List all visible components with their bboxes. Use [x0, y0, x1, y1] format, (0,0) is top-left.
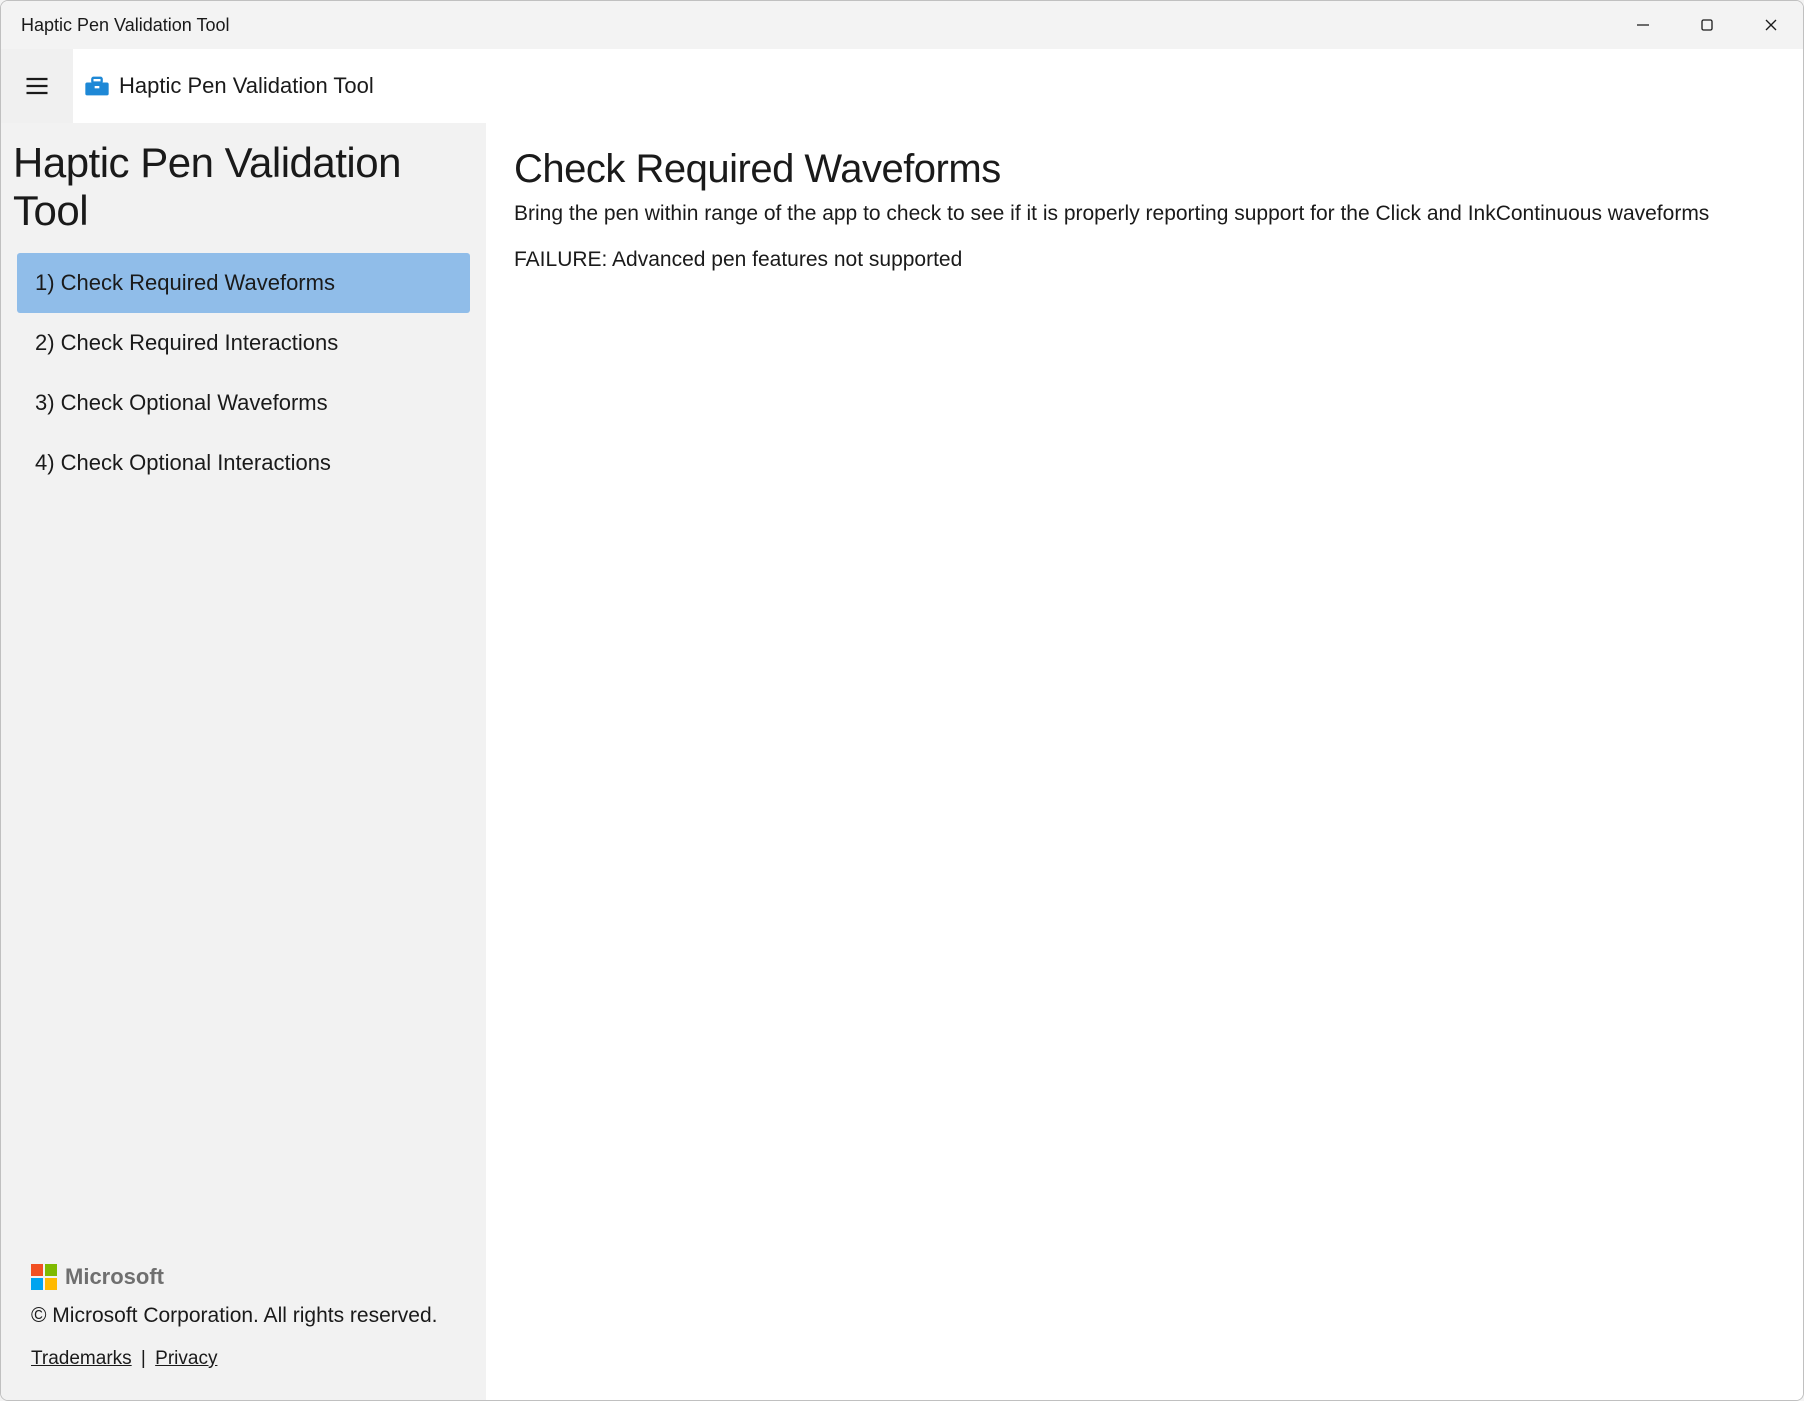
content-description: Bring the pen within range of the app to… — [514, 202, 1775, 226]
copyright-text: © Microsoft Corporation. All rights rese… — [31, 1304, 456, 1328]
hamburger-button[interactable] — [1, 49, 73, 123]
header-bar: Haptic Pen Validation Tool — [1, 49, 1803, 123]
microsoft-logo-icon — [31, 1264, 57, 1290]
sidebar-title: Haptic Pen Validation Tool — [1, 131, 486, 253]
close-icon — [1764, 18, 1778, 32]
sidebar-item-check-required-waveforms[interactable]: 1) Check Required Waveforms — [17, 253, 470, 313]
sidebar-nav: 1) Check Required Waveforms 2) Check Req… — [1, 253, 486, 493]
footer-separator: | — [132, 1348, 156, 1369]
toolbox-icon — [83, 72, 111, 100]
footer-links: Trademarks | Privacy — [31, 1348, 456, 1370]
maximize-icon — [1700, 18, 1714, 32]
microsoft-logo-row: Microsoft — [31, 1264, 456, 1290]
content-title: Check Required Waveforms — [514, 147, 1775, 192]
app-identity: Haptic Pen Validation Tool — [73, 72, 374, 100]
body-area: Haptic Pen Validation Tool 1) Check Requ… — [1, 123, 1803, 1400]
app-window: Haptic Pen Validation Tool — [0, 0, 1804, 1401]
minimize-icon — [1636, 18, 1650, 32]
window-controls — [1611, 1, 1803, 49]
sidebar-item-label: 2) Check Required Interactions — [35, 330, 338, 356]
close-button[interactable] — [1739, 1, 1803, 49]
minimize-button[interactable] — [1611, 1, 1675, 49]
sidebar: Haptic Pen Validation Tool 1) Check Requ… — [1, 123, 486, 1400]
trademarks-link[interactable]: Trademarks — [31, 1348, 132, 1369]
microsoft-name: Microsoft — [65, 1264, 164, 1290]
content-pane: Check Required Waveforms Bring the pen w… — [486, 123, 1803, 1400]
sidebar-item-check-required-interactions[interactable]: 2) Check Required Interactions — [17, 313, 470, 373]
window-title: Haptic Pen Validation Tool — [21, 15, 229, 36]
hamburger-icon — [23, 72, 51, 100]
sidebar-footer: Microsoft © Microsoft Corporation. All r… — [1, 1264, 486, 1400]
maximize-button[interactable] — [1675, 1, 1739, 49]
sidebar-item-check-optional-interactions[interactable]: 4) Check Optional Interactions — [17, 433, 470, 493]
sidebar-item-label: 1) Check Required Waveforms — [35, 270, 335, 296]
privacy-link[interactable]: Privacy — [155, 1348, 217, 1369]
titlebar: Haptic Pen Validation Tool — [1, 1, 1803, 49]
app-name-label: Haptic Pen Validation Tool — [119, 73, 374, 99]
sidebar-item-label: 3) Check Optional Waveforms — [35, 390, 328, 416]
sidebar-item-check-optional-waveforms[interactable]: 3) Check Optional Waveforms — [17, 373, 470, 433]
sidebar-item-label: 4) Check Optional Interactions — [35, 450, 331, 476]
content-status: FAILURE: Advanced pen features not suppo… — [514, 248, 1775, 272]
